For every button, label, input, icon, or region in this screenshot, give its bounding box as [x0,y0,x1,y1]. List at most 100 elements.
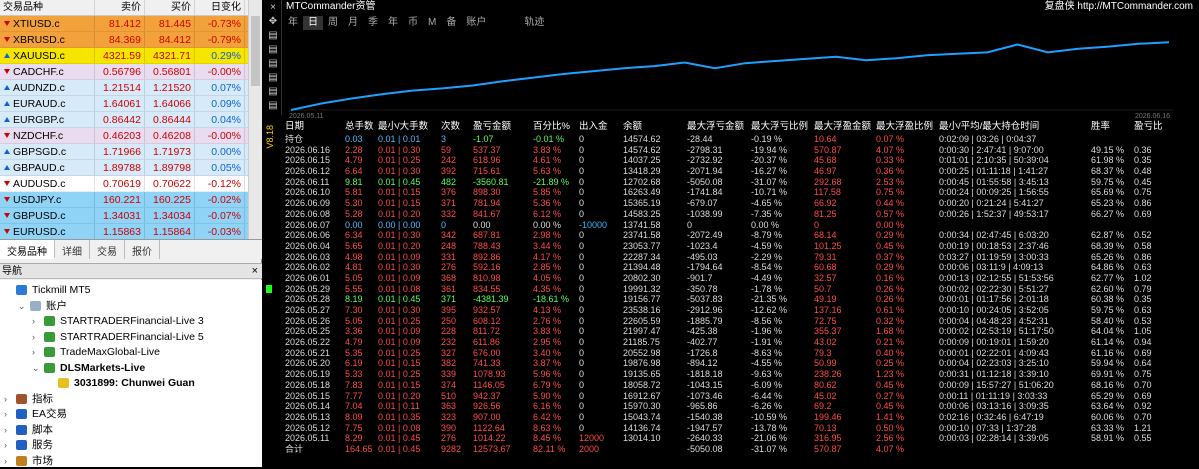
table-row[interactable]: 2026.06.03 4.98 0.01 | 0.09 331 892.86 4.17 %… [283,252,1183,263]
navigator-item[interactable]: › 脚本 [4,422,53,438]
table-row[interactable]: 2026.05.22 4.79 0.01 | 0.09 232 611.86 2.95 %… [283,337,1183,348]
menu-item[interactable]: 周 [323,16,343,30]
expand-toggle-icon[interactable]: › [4,453,13,469]
table-row[interactable]: 2026.06.02 4.81 0.01 | 0.30 276 592.16 2.85 %… [283,262,1183,273]
table-row[interactable]: 2026.05.15 7.77 0.01 | 0.20 510 942.37 5.90 %… [283,391,1183,402]
navigator-item[interactable]: ⌄ 账户 [18,298,67,314]
column-header[interactable]: 最大浮盈金额 [814,121,871,133]
table-row[interactable]: 2026.06.12 6.64 0.01 | 0.30 392 715.61 5.63 %… [283,166,1183,177]
column-header[interactable]: 盈亏金额 [473,121,511,133]
navigator-item[interactable]: › 服务 [4,437,53,453]
table-row[interactable]: 2026.05.18 7.83 0.01 | 0.15 374 1146.05 6.79 … [283,380,1183,391]
column-header[interactable]: 日期 [285,121,304,133]
col-bid[interactable]: 卖价 [95,0,145,15]
page-icon[interactable]: ▤ [267,58,279,70]
table-row[interactable]: 2026.06.11 9.81 0.01 | 0.45 482 -3560.81 -21.… [283,177,1183,188]
expand-toggle-icon[interactable]: › [32,329,41,345]
close-icon[interactable]: × [252,264,258,279]
navigator-item[interactable]: › 市场 [4,453,53,469]
table-row[interactable]: 2026.05.29 5.55 0.01 | 0.08 361 834.55 4.35 %… [283,284,1183,295]
table-scrollbar[interactable] [1185,122,1195,467]
menu-item[interactable]: 年 [383,16,403,30]
table-row[interactable]: 2026.06.06 6.34 0.01 | 0.30 342 687.81 2.98 %… [283,230,1183,241]
col-change[interactable]: 日变化 [195,0,245,15]
tab-ticks[interactable]: 报价 [125,240,160,259]
navigator-item[interactable]: › STARTRADERFinancial-Live 3 [32,313,204,329]
expand-toggle-icon[interactable]: › [4,406,13,422]
market-row[interactable]: NZDCHF.c 0.46203 0.46208 -0.00% [0,128,262,144]
market-row[interactable]: CADCHF.c 0.56796 0.56801 -0.00% [0,64,262,80]
market-row[interactable]: XTIUSD.c 81.412 81.445 -0.73% [0,16,262,32]
tab-symbols[interactable]: 交易品种 [0,240,55,259]
table-row[interactable]: 2026.06.09 5.30 0.01 | 0.15 371 781.94 5.36 %… [283,198,1183,209]
market-row[interactable]: AUDUSD.c 0.70619 0.70622 -0.12% [0,176,262,192]
table-row[interactable]: 2026.06.04 5.65 0.01 | 0.20 248 788.43 3.44 %… [283,241,1183,252]
navigator-item[interactable]: › 指标 [4,391,53,407]
table-row[interactable]: 2026.05.13 8.09 0.01 | 0.35 323 907.00 6.42 %… [283,412,1183,423]
table-row[interactable]: 2026.05.25 3.36 0.01 | 0.09 228 811.72 3.83 %… [283,326,1183,337]
expand-toggle-icon[interactable]: ⌄ [18,298,27,314]
menu-item[interactable]: 季 [363,16,383,30]
table-row[interactable]: 2026.06.15 4.79 0.01 | 0.25 242 618.96 4.61 %… [283,155,1183,166]
table-row[interactable]: 2026.05.28 8.19 0.01 | 0.45 371 -4381.39 -18.… [283,294,1183,305]
expand-toggle-icon[interactable]: › [32,313,41,329]
market-row[interactable]: XBRUSD.c 84.369 84.412 -0.79% [0,32,262,48]
column-header[interactable]: 最大浮盈比例 [876,121,933,133]
brand-link[interactable]: 复盘侠 http://MTCommander.com [1045,0,1193,14]
column-header[interactable]: 百分比% [533,121,570,133]
menu-item[interactable]: 备 [441,16,461,30]
market-row[interactable]: GBPUSD.c 1.34031 1.34034 -0.07% [0,208,262,224]
close-icon[interactable]: × [267,2,279,14]
table-row[interactable]: 2026.05.12 7.75 0.01 | 0.08 390 1122.64 8.63 … [283,423,1183,434]
column-header[interactable]: 总手数 [345,121,374,133]
expand-toggle-icon[interactable]: › [4,422,13,438]
market-watch-scrollbar[interactable] [248,0,262,245]
expand-toggle-icon[interactable]: › [32,344,41,360]
table-row[interactable]: 2026.05.14 7.04 0.01 | 0.11 363 926.56 6.16 %… [283,401,1183,412]
page-icon[interactable]: ▤ [267,44,279,56]
market-row[interactable]: EURAUD.c 1.64061 1.64066 0.09% [0,96,262,112]
table-row[interactable]: 2026.05.21 5.35 0.01 | 0.25 327 676.00 3.40 %… [283,348,1183,359]
navigator-item[interactable]: › STARTRADERFinancial-Live 5 [32,329,204,345]
table-row[interactable]: 2026.06.16 2.28 0.01 | 0.30 59 537.37 3.83 % 0… [283,145,1183,156]
market-row[interactable]: XAUUSD.c 4321.59 4321.71 0.29% [0,48,262,64]
column-header[interactable]: 盈亏比 [1134,121,1163,133]
col-symbol[interactable]: 交易品种 [0,0,95,15]
menu-item[interactable]: 日 [303,16,323,30]
column-header[interactable]: 余额 [623,121,642,133]
table-row[interactable]: 2026.05.27 7.30 0.01 | 0.30 395 932.57 4.13 %… [283,305,1183,316]
menu-item[interactable]: 轨迹 [519,16,549,30]
column-header[interactable]: 最小/平均/最大持仓时间 [939,121,1039,133]
page-icon[interactable]: ▤ [267,100,279,112]
market-row[interactable]: AUDNZD.c 1.21514 1.21520 0.07% [0,80,262,96]
menu-item[interactable]: 月 [343,16,363,30]
menu-item[interactable]: 年 [283,16,303,30]
tab-details[interactable]: 详细 [55,240,90,259]
table-row[interactable]: 2026.05.19 5.33 0.01 | 0.25 339 1078.93 5.96 … [283,369,1183,380]
scrollbar-thumb[interactable] [251,16,260,86]
table-row[interactable]: 2026.05.26 5.05 0.01 | 0.25 250 608.12 2.76 %… [283,316,1183,327]
col-ask[interactable]: 买价 [145,0,195,15]
column-header[interactable]: 出入金 [579,121,608,133]
navigator-item[interactable]: ⌄ DLSMarkets-Live [32,360,145,376]
page-icon[interactable]: ▤ [267,86,279,98]
market-row[interactable]: EURGBP.c 0.86442 0.86444 0.04% [0,112,262,128]
menu-item[interactable]: 币 [403,16,423,30]
table-row[interactable]: 2026.06.01 5.05 0.01 | 0.09 368 810.98 4.05 %… [283,273,1183,284]
navigator-item[interactable]: Tickmill MT5 [4,282,91,298]
total-row[interactable]: 合计 164.65 0.01 | 0.45 9282 12573.67 82.11 % 20… [283,444,1183,455]
move-icon[interactable]: ✥ [267,16,279,28]
table-row[interactable]: 2026.06.07 0.00 0.00 | 0.00 0 0.00 0.00 % -100… [283,220,1183,231]
table-row[interactable]: 2026.06.10 5.81 0.01 | 0.15 376 898.30 5.85 %… [283,187,1183,198]
tab-trading[interactable]: 交易 [90,240,125,259]
column-header[interactable]: 胜率 [1091,121,1110,133]
market-row[interactable]: GBPAUD.c 1.89788 1.89798 0.05% [0,160,262,176]
market-row[interactable]: EURUSD.c 1.15863 1.15864 -0.03% [0,224,262,240]
column-header[interactable]: 最大浮亏金额 [687,121,744,133]
market-row[interactable]: GBPSGD.c 1.71966 1.71973 0.00% [0,144,262,160]
menu-item[interactable]: M [423,16,441,30]
navigator-item[interactable]: › TradeMaxGlobal-Live [32,344,160,360]
menu-item[interactable]: 账户 [461,16,491,30]
column-header[interactable]: 最大浮亏比例 [751,121,808,133]
table-row[interactable]: 2026.05.20 6.19 0.01 | 0.15 382 741.33 3.87 %… [283,358,1183,369]
